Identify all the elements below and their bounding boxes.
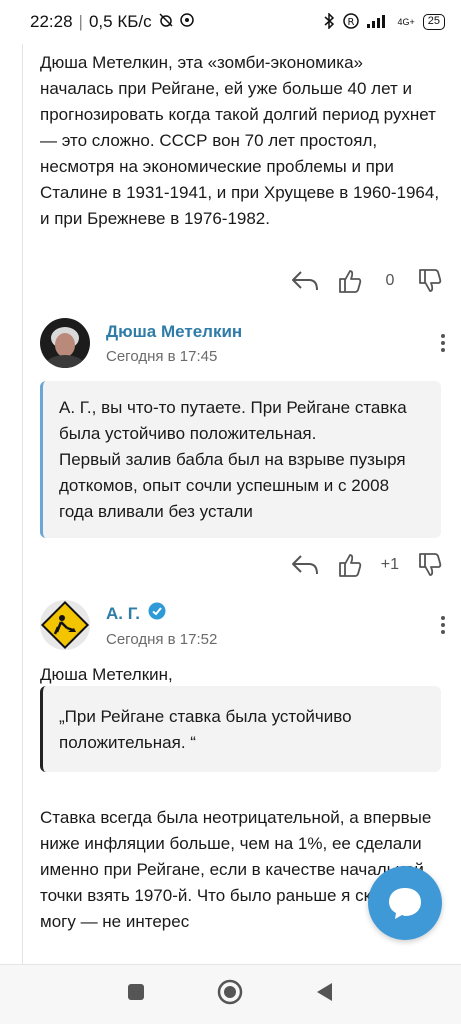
svg-text:R: R — [348, 17, 355, 28]
more-options-icon[interactable] — [441, 616, 445, 634]
verified-icon — [148, 602, 166, 625]
back-button[interactable] — [314, 981, 336, 1008]
network-speed: 0,5 КБ/с — [88, 12, 152, 31]
system-nav-bar — [0, 964, 461, 1024]
like-icon[interactable] — [337, 552, 363, 578]
reply-icon[interactable] — [291, 269, 319, 293]
thread-line — [22, 44, 23, 964]
comment-time: Сегодня в 17:45 — [106, 347, 218, 365]
author-name-row: А. Г. — [106, 602, 217, 625]
author-name[interactable]: Дюша Метелкин — [106, 322, 242, 342]
app-icon — [179, 12, 194, 32]
more-options-icon[interactable] — [441, 334, 445, 352]
comment-quote: „При Рейгане ставка была устойчиво полож… — [40, 686, 441, 772]
home-button[interactable] — [217, 979, 243, 1010]
chat-icon — [389, 888, 421, 919]
comment-header: А. Г. Сегодня в 17:52 — [40, 597, 445, 653]
dislike-icon[interactable] — [417, 552, 443, 578]
comment-text: Дюша Метелкин, эта «зомби-экономика» нач… — [40, 53, 440, 228]
avatar[interactable] — [40, 600, 90, 650]
battery-indicator: 25 — [422, 14, 445, 30]
comment-text: А. Г., вы что-то путаете. При Рейгане ст… — [59, 398, 407, 521]
comment-header: Дюша Метелкин Сегодня в 17:45 — [40, 315, 445, 371]
comment-addressee: Дюша Метелкин, — [40, 665, 173, 684]
registered-icon: R — [343, 12, 360, 32]
network-type: 4G+ — [397, 17, 415, 27]
dislike-icon[interactable] — [417, 268, 443, 294]
status-bar: 22:28 | 0,5 КБ/с R 4G+ 25 — [0, 0, 461, 44]
like-icon[interactable] — [337, 268, 363, 294]
status-time: 22:28 — [30, 12, 73, 31]
signal-icon — [367, 14, 389, 31]
comment-actions: +1 — [291, 552, 443, 578]
like-count: +1 — [380, 556, 399, 573]
quote-text: „При Рейгане ставка была устойчиво полож… — [59, 707, 352, 752]
like-count: 0 — [385, 272, 395, 289]
comment-time: Сегодня в 17:52 — [106, 631, 218, 648]
comment-quote: А. Г., вы что-то путаете. При Рейгане ст… — [40, 381, 441, 538]
alarm-off-icon — [158, 12, 174, 33]
comments-feed[interactable]: Дюша Метелкин, эта «зомби-экономика» нач… — [0, 44, 461, 964]
comment-actions: 0 — [291, 268, 443, 294]
bluetooth-icon — [323, 11, 335, 32]
author-name[interactable]: А. Г. — [106, 604, 140, 624]
chat-button[interactable] — [368, 866, 442, 940]
avatar[interactable] — [40, 318, 90, 368]
reply-icon[interactable] — [291, 553, 319, 577]
recents-button[interactable] — [126, 982, 146, 1007]
